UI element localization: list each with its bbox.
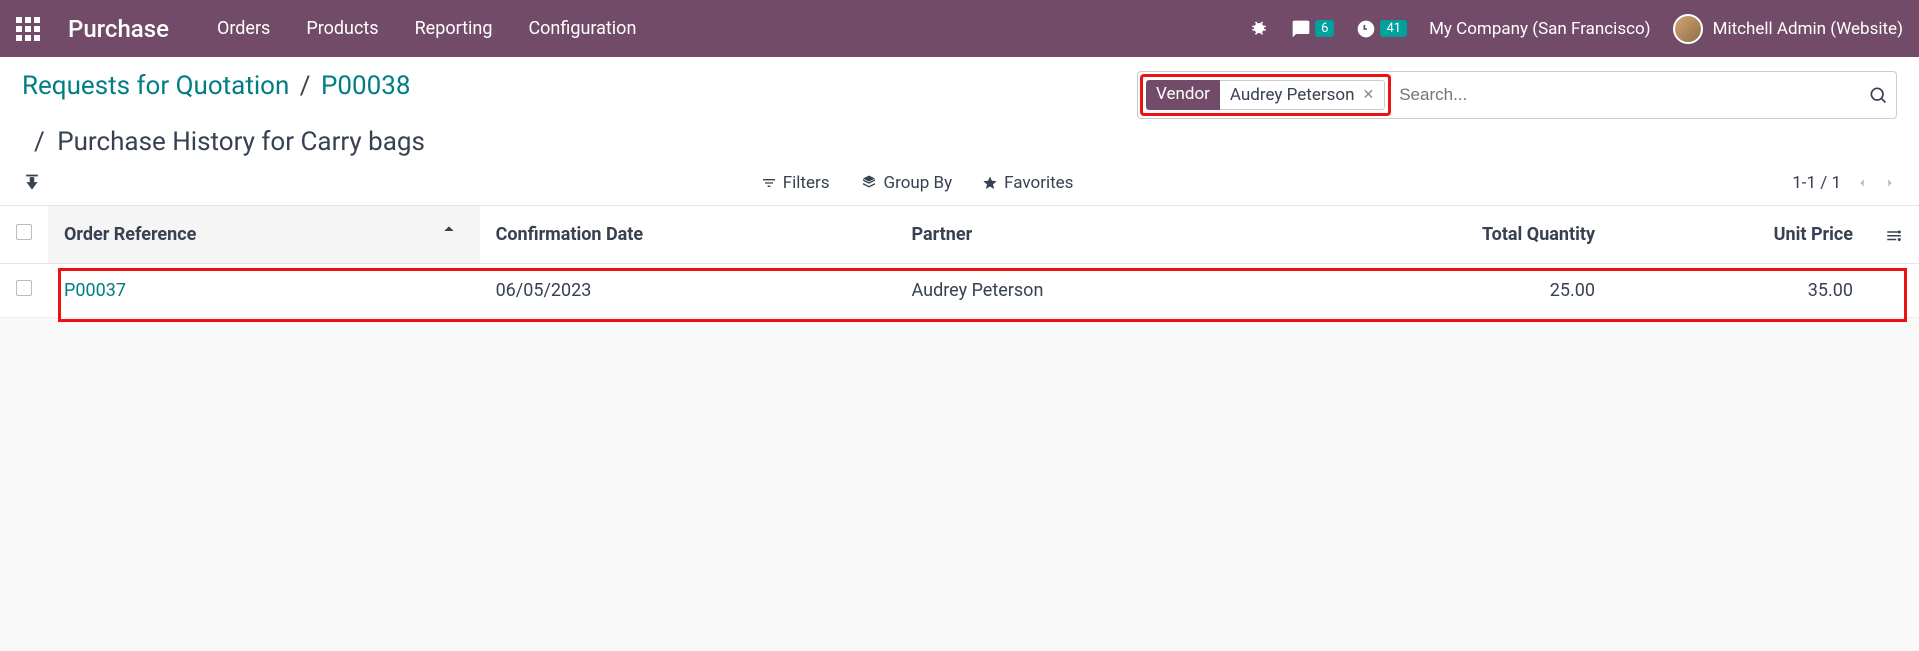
nav-products[interactable]: Products [306, 18, 378, 39]
col-conf-date[interactable]: Confirmation Date [480, 206, 896, 264]
messages-badge: 6 [1315, 20, 1334, 37]
nav-configuration[interactable]: Configuration [528, 18, 636, 39]
table-row[interactable]: P00037 06/05/2023 Audrey Peterson 25.00 … [0, 264, 1919, 318]
pager-prev-icon[interactable] [1855, 176, 1869, 190]
favorites-label: Favorites [1004, 173, 1073, 193]
cell-empty [1869, 264, 1919, 318]
history-table: Order Reference Confirmation Date Partne… [0, 206, 1919, 318]
activities-icon[interactable]: 41 [1356, 19, 1407, 39]
filters-button[interactable]: Filters [761, 173, 830, 193]
nav-reporting[interactable]: Reporting [415, 18, 493, 39]
search-tag-value: Audrey Peterson ✕ [1220, 80, 1385, 110]
search-input[interactable] [1391, 81, 1868, 109]
company-switcher[interactable]: My Company (San Francisco) [1429, 19, 1651, 39]
pager: 1-1 / 1 [1792, 173, 1897, 193]
pager-next-icon[interactable] [1883, 176, 1897, 190]
subtitle-sep: / [22, 127, 51, 157]
search-bar[interactable]: Vendor Audrey Peterson ✕ [1137, 71, 1897, 119]
groupby-label: Group By [884, 173, 953, 193]
breadcrumb-sep: / [296, 71, 315, 101]
col-partner[interactable]: Partner [896, 206, 1276, 264]
nav-orders[interactable]: Orders [217, 18, 270, 39]
cell-price: 35.00 [1611, 264, 1869, 318]
activities-badge: 41 [1380, 20, 1407, 37]
cell-order-ref[interactable]: P00037 [48, 264, 480, 318]
toolbar: Filters Group By Favorites 1-1 / 1 [0, 165, 1919, 206]
avatar [1673, 14, 1703, 44]
groupby-button[interactable]: Group By [860, 173, 953, 193]
cell-conf-date: 06/05/2023 [480, 264, 896, 318]
col-checkbox[interactable] [0, 206, 48, 264]
main-navbar: Purchase Orders Products Reporting Confi… [0, 0, 1919, 57]
debug-icon[interactable] [1249, 19, 1269, 39]
row-checkbox[interactable] [0, 264, 48, 318]
search-tag-label: Vendor [1146, 80, 1220, 110]
breadcrumb-root[interactable]: Requests for Quotation [22, 71, 289, 101]
user-menu[interactable]: Mitchell Admin (Website) [1673, 14, 1903, 44]
close-icon[interactable]: ✕ [1362, 87, 1374, 103]
app-name[interactable]: Purchase [68, 15, 169, 43]
nav-right: 6 41 My Company (San Francisco) Mitchell… [1249, 14, 1903, 44]
nav-menu: Orders Products Reporting Configuration [217, 18, 636, 39]
title-row: Requests for Quotation / P00038 Vendor A… [0, 57, 1919, 125]
search-tag-text: Audrey Peterson [1230, 85, 1355, 105]
cell-partner: Audrey Peterson [896, 264, 1276, 318]
page-title: Purchase History for Carry bags [57, 127, 425, 157]
download-icon[interactable] [22, 173, 42, 193]
col-order-ref[interactable]: Order Reference [48, 206, 480, 264]
breadcrumb-po[interactable]: P00038 [321, 71, 410, 101]
search-tag: Vendor Audrey Peterson ✕ [1140, 74, 1391, 116]
col-price[interactable]: Unit Price [1611, 206, 1869, 264]
pager-text: 1-1 / 1 [1792, 173, 1841, 193]
cell-qty: 25.00 [1275, 264, 1611, 318]
apps-icon[interactable] [16, 17, 40, 41]
col-order-ref-label: Order Reference [64, 224, 196, 245]
table-wrap: Order Reference Confirmation Date Partne… [0, 206, 1919, 318]
toolbar-center: Filters Group By Favorites [761, 173, 1074, 193]
favorites-button[interactable]: Favorites [982, 173, 1073, 193]
subtitle-row: / Purchase History for Carry bags [0, 125, 1919, 165]
user-name: Mitchell Admin (Website) [1713, 19, 1903, 39]
sort-asc-icon [442, 224, 464, 238]
col-qty[interactable]: Total Quantity [1275, 206, 1611, 264]
col-options[interactable] [1869, 206, 1919, 264]
filters-label: Filters [783, 173, 830, 193]
breadcrumb: Requests for Quotation / P00038 [22, 71, 410, 101]
search-icon[interactable] [1868, 85, 1888, 105]
messages-icon[interactable]: 6 [1291, 19, 1334, 39]
